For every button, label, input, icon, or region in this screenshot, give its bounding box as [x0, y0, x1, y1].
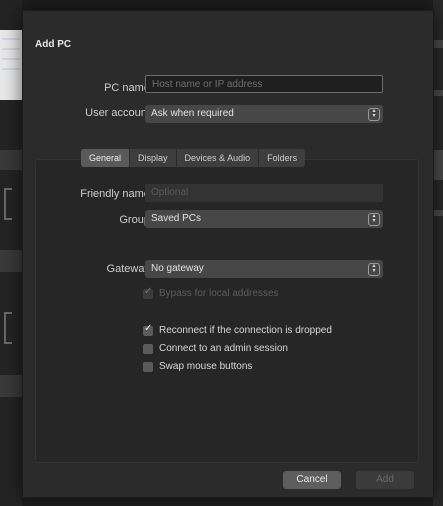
reconnect-checkbox[interactable]: Reconnect if the connection is dropped: [143, 323, 332, 337]
cancel-button[interactable]: Cancel: [283, 471, 341, 489]
tab-bar: General Display Devices & Audio Folders: [81, 149, 306, 167]
stepper-arrows-icon: ▴ ▾: [368, 213, 380, 226]
bracket-icon: [4, 188, 12, 220]
background-document: [0, 30, 22, 100]
gateway-select[interactable]: No gateway ▴ ▾: [145, 260, 383, 278]
bracket-icon: [4, 312, 12, 344]
friendly-name-input[interactable]: Optional: [145, 184, 383, 202]
gateway-value: No gateway: [151, 263, 204, 274]
checkbox-icon: [143, 286, 153, 299]
add-button[interactable]: Add: [356, 471, 414, 489]
checkbox-icon: [143, 361, 153, 372]
bypass-local-checkbox[interactable]: Bypass for local addresses: [143, 286, 279, 300]
admin-session-label: Connect to an admin session: [159, 343, 288, 354]
reconnect-label: Reconnect if the connection is dropped: [159, 325, 332, 336]
background-window-right: [433, 0, 443, 506]
tab-devices-audio[interactable]: Devices & Audio: [177, 149, 260, 167]
background-window-left: [0, 0, 22, 506]
user-account-label: User account:: [85, 107, 153, 119]
bypass-local-label: Bypass for local addresses: [159, 288, 279, 299]
swap-mouse-label: Swap mouse buttons: [159, 361, 253, 372]
group-select[interactable]: Saved PCs ▴ ▾: [145, 210, 383, 228]
swap-mouse-checkbox[interactable]: Swap mouse buttons: [143, 360, 252, 373]
stepper-arrows-icon: ▴ ▾: [368, 108, 380, 121]
friendly-name-placeholder: Optional: [151, 187, 189, 198]
checkbox-icon: [143, 323, 153, 336]
tab-general[interactable]: General: [81, 149, 131, 167]
admin-session-checkbox[interactable]: Connect to an admin session: [143, 342, 288, 355]
group-value: Saved PCs: [151, 213, 202, 224]
pc-name-input[interactable]: Host name or IP address: [145, 75, 383, 93]
user-account-value: Ask when required: [151, 108, 234, 119]
stepper-arrows-icon: ▴ ▾: [368, 263, 380, 276]
user-account-select[interactable]: Ask when required ▴ ▾: [145, 105, 383, 123]
tab-folders[interactable]: Folders: [259, 149, 305, 167]
tab-display[interactable]: Display: [130, 149, 177, 167]
dialog-title: Add PC: [35, 39, 72, 50]
pc-name-placeholder: Host name or IP address: [152, 79, 263, 90]
settings-panel: [35, 159, 419, 463]
checkbox-icon: [143, 343, 153, 354]
friendly-name-label: Friendly name:: [80, 188, 153, 200]
add-pc-dialog: Add PC PC name: Host name or IP address …: [22, 10, 434, 498]
